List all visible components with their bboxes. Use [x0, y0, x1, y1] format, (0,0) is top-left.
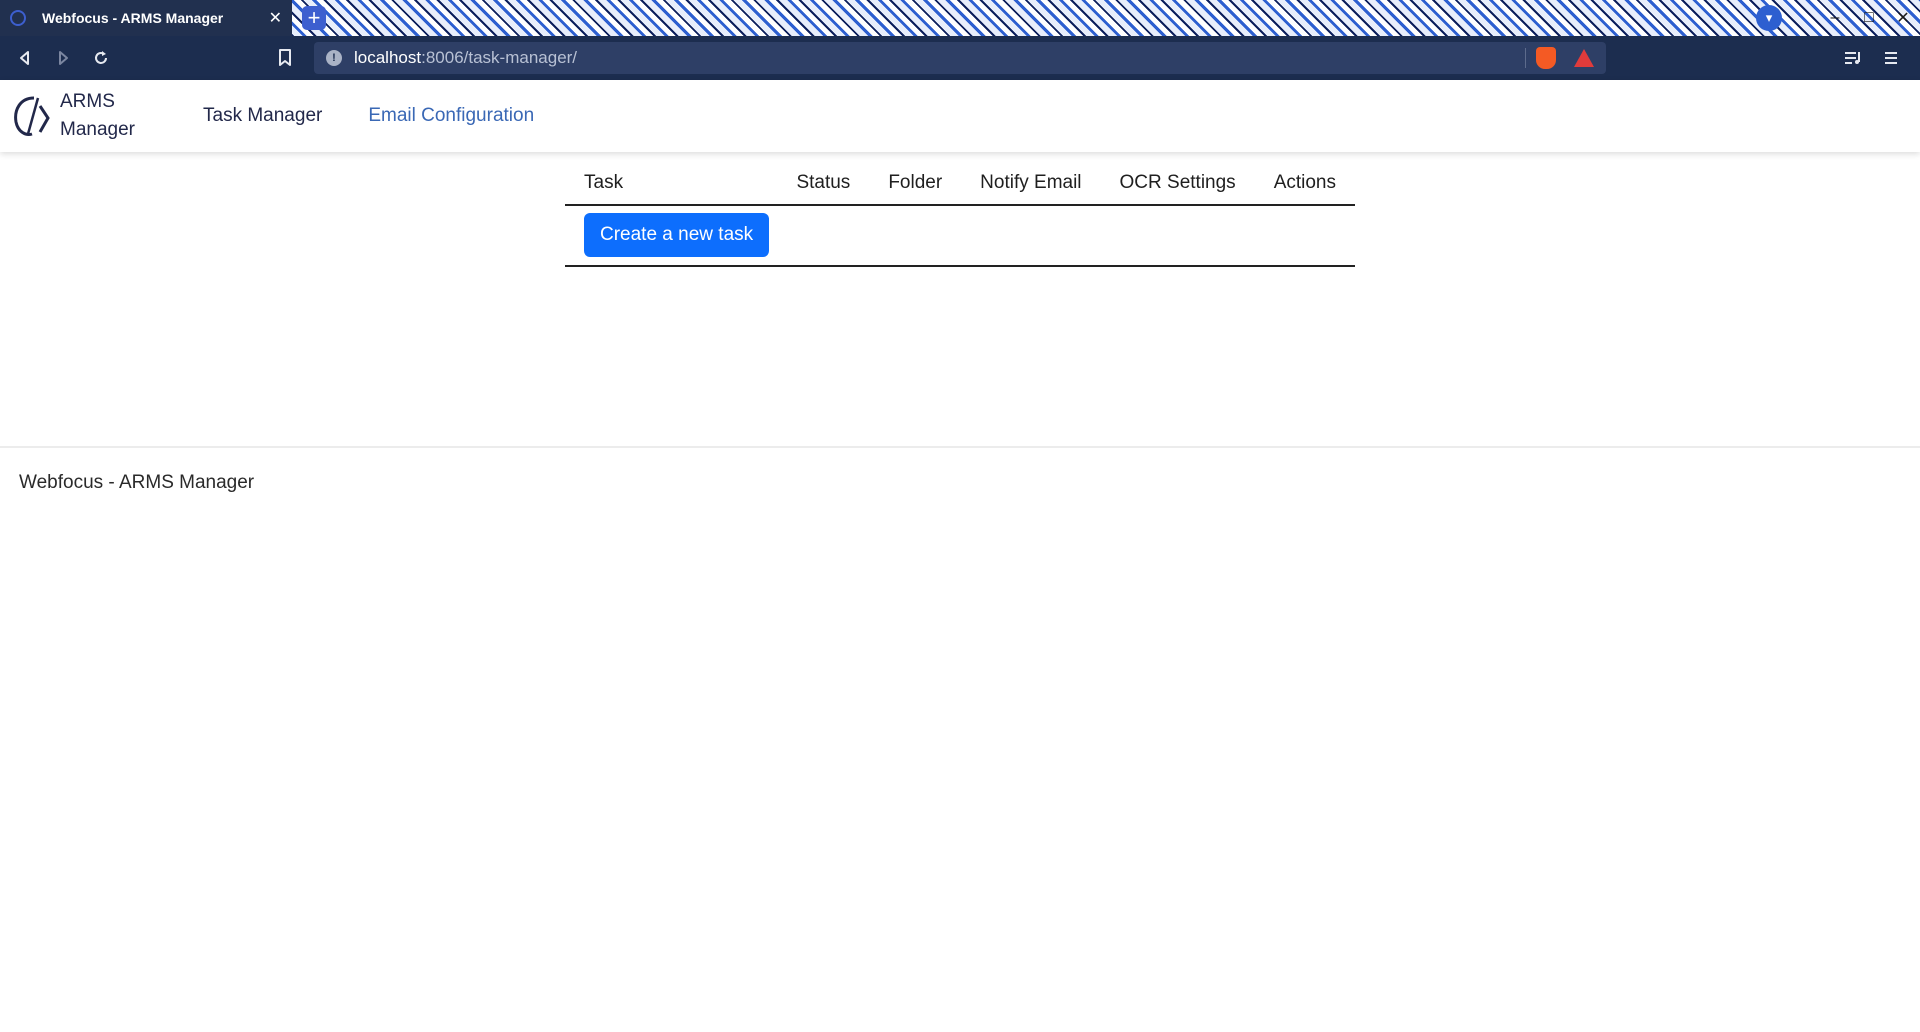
column-header-actions: Actions — [1254, 172, 1355, 206]
footer-text: Webfocus - ARMS Manager — [19, 472, 255, 493]
tab-title: Webfocus - ARMS Manager — [42, 10, 224, 26]
address-bar[interactable]: ! localhost :8006/task-manager/ — [314, 42, 1606, 74]
new-tab-button[interactable]: + — [302, 6, 326, 30]
url-separator — [1525, 48, 1526, 68]
forward-icon[interactable] — [44, 40, 82, 76]
menu-icon[interactable] — [1872, 40, 1910, 76]
favicon-icon — [10, 10, 26, 26]
logo-icon — [14, 96, 50, 136]
table-header-row: Task Status Folder Notify Email OCR Sett… — [565, 172, 1355, 206]
reload-icon[interactable] — [82, 40, 120, 76]
brave-rewards-icon[interactable] — [1574, 49, 1594, 67]
bookmark-icon[interactable] — [266, 40, 304, 76]
column-header-task: Task — [565, 172, 778, 206]
url-host: localhost — [354, 48, 422, 67]
tab-close-icon[interactable]: ✕ — [269, 8, 282, 28]
task-table: Task Status Folder Notify Email OCR Sett… — [565, 172, 1355, 267]
brand-line-1: ARMS — [60, 91, 115, 112]
playlist-icon[interactable] — [1834, 40, 1872, 76]
profile-icon[interactable]: ▾ — [1756, 5, 1782, 31]
window-controls: ▾ – □ ✕ — [1756, 0, 1920, 36]
create-task-button[interactable]: Create a new task — [584, 213, 770, 257]
column-header-notify-email: Notify Email — [961, 172, 1101, 206]
browser-tab-strip: Webfocus - ARMS Manager ✕ + ▾ – □ ✕ — [0, 0, 1920, 36]
brave-shields-icon[interactable] — [1536, 47, 1556, 69]
column-header-ocr-settings: OCR Settings — [1100, 172, 1255, 206]
close-icon[interactable]: ✕ — [1886, 8, 1920, 28]
url-path: :8006/task-manager/ — [421, 48, 578, 67]
browser-tab-active[interactable]: Webfocus - ARMS Manager ✕ — [0, 0, 292, 36]
nav-email-configuration[interactable]: Email Configuration — [368, 105, 534, 127]
footer: Webfocus - ARMS Manager — [0, 446, 1920, 518]
maximize-icon[interactable]: □ — [1852, 9, 1886, 27]
nav-task-manager[interactable]: Task Manager — [203, 105, 322, 127]
back-icon[interactable] — [6, 40, 44, 76]
column-header-status: Status — [777, 172, 870, 206]
column-header-folder: Folder — [869, 172, 962, 206]
browser-toolbar: ! localhost :8006/task-manager/ — [0, 36, 1920, 80]
brand-line-2: Manager — [60, 119, 135, 140]
app-navbar: ARMS Manager Task Manager Email Configur… — [0, 80, 1920, 152]
minimize-icon[interactable]: – — [1818, 9, 1852, 27]
info-icon[interactable]: ! — [326, 50, 342, 66]
table-row: Create a new task — [565, 205, 1355, 267]
create-task-cell: Create a new task — [565, 205, 1355, 267]
brand-link[interactable]: ARMS Manager — [12, 88, 135, 144]
